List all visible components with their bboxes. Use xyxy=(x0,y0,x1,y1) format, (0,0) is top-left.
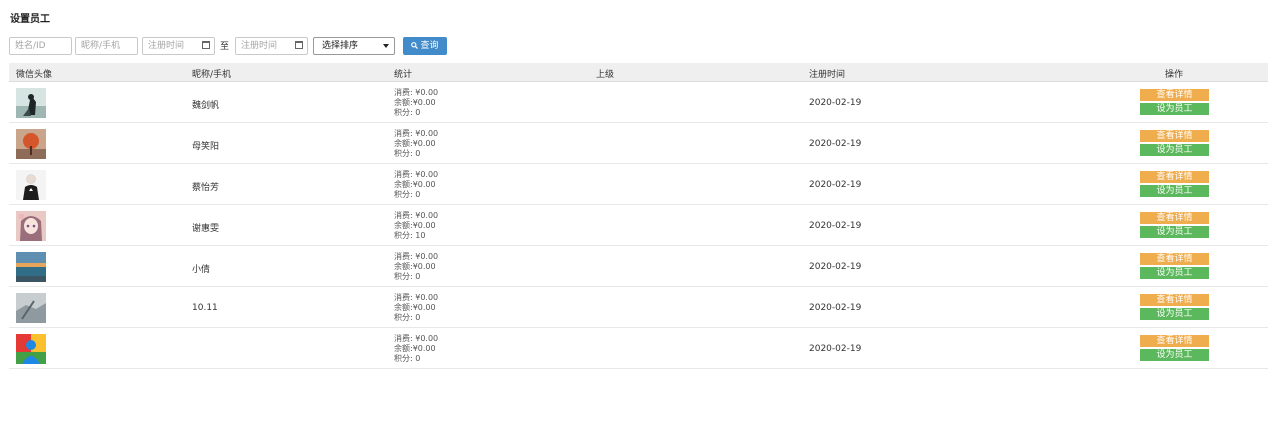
stat-balance: 余额:¥0.00 xyxy=(394,180,436,189)
stat-balance: 余额:¥0.00 xyxy=(394,98,436,107)
nick-text: 母笑阳 xyxy=(192,142,220,152)
table-row: 谢惠雯 消费: ¥0.00 余额:¥0.00 积分: 10 2020-02-19… xyxy=(9,205,1268,246)
avatar xyxy=(16,170,46,200)
stats-block: 消费: ¥0.00 余额:¥0.00 积分: 0 xyxy=(394,129,438,159)
avatar xyxy=(16,334,46,364)
nick-text: 蔡怡芳 xyxy=(192,183,220,193)
stat-balance: 余额:¥0.00 xyxy=(394,262,436,271)
stat-points: 积分: 0 xyxy=(394,108,421,117)
table-row: 母笑阳 消费: ¥0.00 余额:¥0.00 积分: 0 2020-02-19 … xyxy=(9,123,1268,164)
query-button[interactable]: 查询 xyxy=(403,37,447,55)
stat-consume: 消费: ¥0.00 xyxy=(394,88,439,97)
header-parent: 上级 xyxy=(596,70,615,80)
nick-text: 10.11 xyxy=(192,303,218,313)
stat-points: 积分: 10 xyxy=(394,231,426,240)
view-details-button[interactable]: 查看详情 xyxy=(1140,212,1209,224)
reg-date: 2020-02-19 xyxy=(809,98,862,108)
stat-consume: 消费: ¥0.00 xyxy=(394,170,439,179)
stat-balance: 余额:¥0.00 xyxy=(394,139,436,148)
header-avatar: 微信头像 xyxy=(16,70,53,80)
calendar-icon[interactable] xyxy=(295,41,303,49)
stats-block: 消费: ¥0.00 余额:¥0.00 积分: 0 xyxy=(394,252,438,282)
table-row: 小倩 消费: ¥0.00 余额:¥0.00 积分: 0 2020-02-19 查… xyxy=(9,246,1268,287)
stat-balance: 余额:¥0.00 xyxy=(394,221,436,230)
set-employee-button[interactable]: 设为员工 xyxy=(1140,144,1209,156)
reg-date: 2020-02-19 xyxy=(809,221,862,231)
header-nick: 昵称/手机 xyxy=(192,70,232,80)
view-details-button[interactable]: 查看详情 xyxy=(1140,130,1209,142)
stat-points: 积分: 0 xyxy=(394,149,421,158)
avatar xyxy=(16,211,46,241)
name-id-input[interactable] xyxy=(9,37,72,55)
header-reg-time: 注册时间 xyxy=(809,70,846,80)
stat-balance: 余额:¥0.00 xyxy=(394,344,436,353)
sort-select-value: 选择排序 xyxy=(322,41,359,51)
reg-date: 2020-02-19 xyxy=(809,344,862,354)
query-label: 查询 xyxy=(420,41,439,51)
reg-date: 2020-02-19 xyxy=(809,139,862,149)
employee-table: 微信头像 昵称/手机 统计 上级 注册时间 操作 魏剑帆 消费: ¥0.00 余… xyxy=(9,63,1268,369)
stat-points: 积分: 0 xyxy=(394,190,421,199)
reg-date: 2020-02-19 xyxy=(809,303,862,313)
table-row: 消费: ¥0.00 余额:¥0.00 积分: 0 2020-02-19 查看详情… xyxy=(9,328,1268,369)
set-employee-button[interactable]: 设为员工 xyxy=(1140,267,1209,279)
table-row: 魏剑帆 消费: ¥0.00 余额:¥0.00 积分: 0 2020-02-19 … xyxy=(9,82,1268,123)
stats-block: 消费: ¥0.00 余额:¥0.00 积分: 0 xyxy=(394,334,438,364)
chevron-down-icon xyxy=(383,44,389,48)
stat-points: 积分: 0 xyxy=(394,272,421,281)
stat-consume: 消费: ¥0.00 xyxy=(394,334,439,343)
reg-date: 2020-02-19 xyxy=(809,262,862,272)
avatar xyxy=(16,88,46,118)
set-employee-button[interactable]: 设为员工 xyxy=(1140,226,1209,238)
view-details-button[interactable]: 查看详情 xyxy=(1140,335,1209,347)
header-actions: 操作 xyxy=(1165,70,1184,80)
sort-select[interactable]: 选择排序 xyxy=(313,37,395,55)
table-row: 10.11 消费: ¥0.00 余额:¥0.00 积分: 0 2020-02-1… xyxy=(9,287,1268,328)
table-row: 蔡怡芳 消费: ¥0.00 余额:¥0.00 积分: 0 2020-02-19 … xyxy=(9,164,1268,205)
set-employee-button[interactable]: 设为员工 xyxy=(1140,103,1209,115)
view-details-button[interactable]: 查看详情 xyxy=(1140,294,1209,306)
stats-block: 消费: ¥0.00 余额:¥0.00 积分: 0 xyxy=(394,88,438,118)
avatar xyxy=(16,293,46,323)
stat-consume: 消费: ¥0.00 xyxy=(394,252,439,261)
stat-consume: 消费: ¥0.00 xyxy=(394,293,439,302)
nick-text: 谢惠雯 xyxy=(192,224,220,234)
stats-block: 消费: ¥0.00 余额:¥0.00 积分: 10 xyxy=(394,211,438,241)
stat-balance: 余额:¥0.00 xyxy=(394,303,436,312)
calendar-icon[interactable] xyxy=(202,41,210,49)
search-icon xyxy=(411,42,419,49)
view-details-button[interactable]: 查看详情 xyxy=(1140,171,1209,183)
nick-text: 小倩 xyxy=(192,265,211,275)
avatar xyxy=(16,252,46,282)
view-details-button[interactable]: 查看详情 xyxy=(1140,89,1209,101)
stats-block: 消费: ¥0.00 余额:¥0.00 积分: 0 xyxy=(394,293,438,323)
header-stats: 统计 xyxy=(394,70,413,80)
avatar xyxy=(16,129,46,159)
page-title: 设置员工 xyxy=(10,14,50,25)
stats-block: 消费: ¥0.00 余额:¥0.00 积分: 0 xyxy=(394,170,438,200)
to-label: 至 xyxy=(220,42,230,52)
stat-consume: 消费: ¥0.00 xyxy=(394,211,439,220)
nick-text: 魏剑帆 xyxy=(192,101,220,111)
table-header: 微信头像 昵称/手机 统计 上级 注册时间 操作 xyxy=(9,63,1268,82)
reg-date: 2020-02-19 xyxy=(809,180,862,190)
set-employee-button[interactable]: 设为员工 xyxy=(1140,308,1209,320)
stat-consume: 消费: ¥0.00 xyxy=(394,129,439,138)
stat-points: 积分: 0 xyxy=(394,354,421,363)
set-employee-button[interactable]: 设为员工 xyxy=(1140,185,1209,197)
stat-points: 积分: 0 xyxy=(394,313,421,322)
nick-phone-input[interactable] xyxy=(75,37,138,55)
set-employee-button[interactable]: 设为员工 xyxy=(1140,349,1209,361)
view-details-button[interactable]: 查看详情 xyxy=(1140,253,1209,265)
